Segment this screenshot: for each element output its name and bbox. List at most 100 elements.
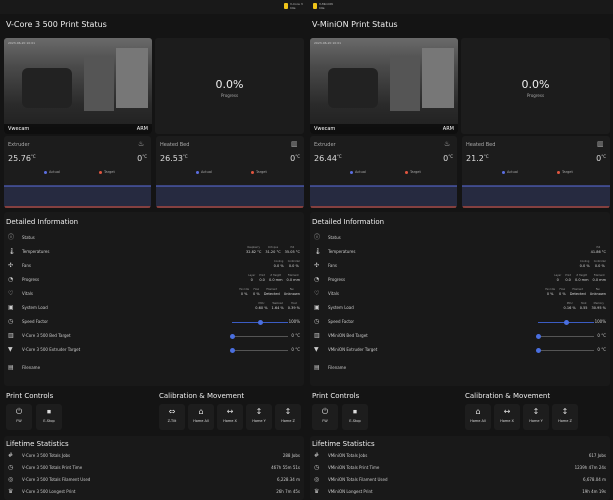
unit-label: °C xyxy=(30,154,36,159)
extruder-card[interactable]: Extruder ♨ 25.76°C 0°C Actual Target xyxy=(4,136,151,208)
thermometer-icon: 🌡 xyxy=(314,248,322,255)
section-title: Detailed Information xyxy=(6,218,79,226)
speed-factor-row[interactable]: ◷ Speed Factor 100% xyxy=(4,316,304,330)
home-z-button[interactable]: ↕ Home Z xyxy=(552,404,578,430)
camera-name: Vwecam xyxy=(8,126,30,132)
extruder-target-row[interactable]: ▼ V-Core 3 500 Extruder Target 0 °C xyxy=(4,344,304,358)
system-load-row[interactable]: ▣ System Load MCU 0.60 % Taskload 1.64 % H… xyxy=(4,302,304,316)
extruder-target-slider[interactable] xyxy=(538,350,594,351)
fan-icon: ✣ xyxy=(314,262,320,269)
vitals-row[interactable]: ♡ Vitals Fan Idle 0 % Flow 0 % Filament Det… xyxy=(4,288,304,302)
col-header: Filament xyxy=(287,274,299,277)
row-value: 6,228.34 m xyxy=(277,477,300,482)
home-all-button[interactable]: ⌂ Home All xyxy=(465,404,491,430)
slider-knob[interactable] xyxy=(564,320,569,325)
col-value: 0 xyxy=(556,278,559,282)
camera-brand: ARM xyxy=(442,126,454,132)
bed-target-slider[interactable] xyxy=(538,336,594,337)
col-value: 0.0 mm xyxy=(269,278,283,282)
vitals-row[interactable]: ♡ Vitals Fan Idle 0 % Flow 0 % Filament Det… xyxy=(310,288,610,302)
temperatures-row[interactable]: 🌡 Temperatures Raspberry 32.82 °C Octopus… xyxy=(4,246,304,260)
slider-knob[interactable] xyxy=(536,334,541,339)
col-value: 35.05 °C xyxy=(284,250,300,254)
row-value: 100% xyxy=(288,319,300,324)
row-label: Temperatures xyxy=(22,249,50,254)
extruder-card[interactable]: Extruder ♨ 26.44°C 0°C Actual Target xyxy=(310,136,457,208)
col-header: Fan Idle xyxy=(545,288,556,291)
progress-row[interactable]: ◔ Progress Layer 0 Print 0.0 Z Height 0.0 m… xyxy=(310,274,610,288)
camera-shape xyxy=(422,48,454,108)
bed-target-row[interactable]: ▥ V-Core 3 500 Bed Target 0 °C xyxy=(4,330,304,344)
unit-label: °C xyxy=(336,154,342,159)
bed-target-slider[interactable] xyxy=(232,336,288,337)
stat-row[interactable]: ♛ V-Core 3 500 Longest Print 26h 7m 45s xyxy=(4,486,304,500)
z-tilt-button[interactable]: ⇔ Z-Tilt xyxy=(159,404,185,430)
info-icon: ⓘ xyxy=(314,234,321,241)
row-label: V-Core 3 500 Extruder Target xyxy=(22,347,81,352)
chip-icon: ▣ xyxy=(314,304,320,311)
camera-feed[interactable]: 2023-06-20 10:01 Vwecam ARM xyxy=(310,38,458,134)
filename-row[interactable]: ▤ Filename xyxy=(4,362,304,376)
slider-knob[interactable] xyxy=(258,320,263,325)
trophy-icon: ♛ xyxy=(314,488,320,495)
button-label: Home X xyxy=(500,419,514,423)
col-header: Z Height xyxy=(576,274,588,277)
counter-icon: # xyxy=(8,452,14,459)
row-label: Filename xyxy=(22,365,41,370)
col-header: Fan xyxy=(595,288,601,291)
col-value: 0.0 % xyxy=(288,264,299,268)
home-z-button[interactable]: ↕ Home Z xyxy=(275,404,301,430)
bed-card[interactable]: Heated Bed ▥ 26.53°C 0°C Actual Target xyxy=(156,136,304,208)
bed-target-row[interactable]: ▥ VMiniON Bed Target 0 °C xyxy=(310,330,610,344)
col-header: Print xyxy=(259,274,265,277)
row-label: Temperatures xyxy=(328,249,356,254)
fans-row[interactable]: ✣ Fans Cooling 0.0 % Controller 0.0 % xyxy=(310,260,610,274)
row-label: Vitals xyxy=(22,291,33,296)
home-x-button[interactable]: ↔ Home X xyxy=(217,404,243,430)
extruder-icon: ♨ xyxy=(444,140,451,148)
extruder-chart xyxy=(310,185,457,208)
speed-factor-row[interactable]: ◷ Speed Factor 100% xyxy=(310,316,610,330)
row-label: V-Core 3 500 Totals Jobs xyxy=(22,453,71,458)
home-x-button[interactable]: ↔ Home X xyxy=(494,404,520,430)
camera-feed[interactable]: 2023-06-20 10:01 Vwecam ARM xyxy=(4,38,152,134)
unit-label: °C xyxy=(142,154,147,159)
col-header: Memory xyxy=(593,302,604,305)
col-value: 0.0 mm xyxy=(592,278,607,282)
fw-restart-button[interactable]: ⏻ FW xyxy=(312,404,338,430)
arrows-v-icon: ↕ xyxy=(532,407,540,416)
row-label: System Load xyxy=(328,305,354,310)
col-value: 30.95 % xyxy=(591,306,606,310)
fw-restart-button[interactable]: ⏻ FW xyxy=(6,404,32,430)
progress-row[interactable]: ◔ Progress Layer 0 Print 0.0 Z Height 0.0 m… xyxy=(4,274,304,288)
stat-row[interactable]: ♛ VMiniON Longest Print 19h 4m 19s xyxy=(310,486,610,500)
estop-button[interactable]: ⏹ E-Stop xyxy=(36,404,62,430)
home-y-button[interactable]: ↕ Home Y xyxy=(246,404,272,430)
status-row[interactable]: ⓘ Status xyxy=(310,232,610,246)
extruder-target-slider[interactable] xyxy=(232,350,288,351)
progress-card[interactable]: 0.0% Progress xyxy=(155,38,304,134)
unit-label: °C xyxy=(483,154,489,159)
slider-knob[interactable] xyxy=(230,334,235,339)
filename-row[interactable]: ▤ Filename xyxy=(310,362,610,376)
bed-actual: 26.53 xyxy=(160,154,183,163)
row-value: 26h 7m 45s xyxy=(276,489,300,494)
system-load-row[interactable]: ▣ System Load MCU 0.16 % Host 0.55 Memory 3… xyxy=(310,302,610,316)
status-row[interactable]: ⓘ Status xyxy=(4,232,304,246)
fans-row[interactable]: ✣ Fans Cooling 0.0 % Controller 0.0 % xyxy=(4,260,304,274)
extruder-target-row[interactable]: ▼ VMiniON Extruder Target 0 °C xyxy=(310,344,610,358)
col-header: Host xyxy=(291,302,297,305)
stop-icon: ⏹ xyxy=(353,407,357,416)
entity-vcore-chip[interactable]: V-Core 3 Idle xyxy=(284,2,303,10)
row-value: 0 °C xyxy=(597,333,606,338)
entity-minion-chip[interactable]: V-MiniON Idle xyxy=(313,2,333,10)
bed-card[interactable]: Heated Bed ▥ 21.2°C 0°C Actual Target xyxy=(462,136,610,208)
estop-button[interactable]: ⏹ E-Stop xyxy=(342,404,368,430)
home-all-button[interactable]: ⌂ Home All xyxy=(188,404,214,430)
slider-knob[interactable] xyxy=(230,348,235,353)
home-y-button[interactable]: ↕ Home Y xyxy=(523,404,549,430)
slider-knob[interactable] xyxy=(536,348,541,353)
row-value: 19h 4m 19s xyxy=(582,489,606,494)
temperatures-row[interactable]: 🌡 Temperatures Pi4 41.86 °C xyxy=(310,246,610,260)
progress-card[interactable]: 0.0% Progress xyxy=(461,38,610,134)
